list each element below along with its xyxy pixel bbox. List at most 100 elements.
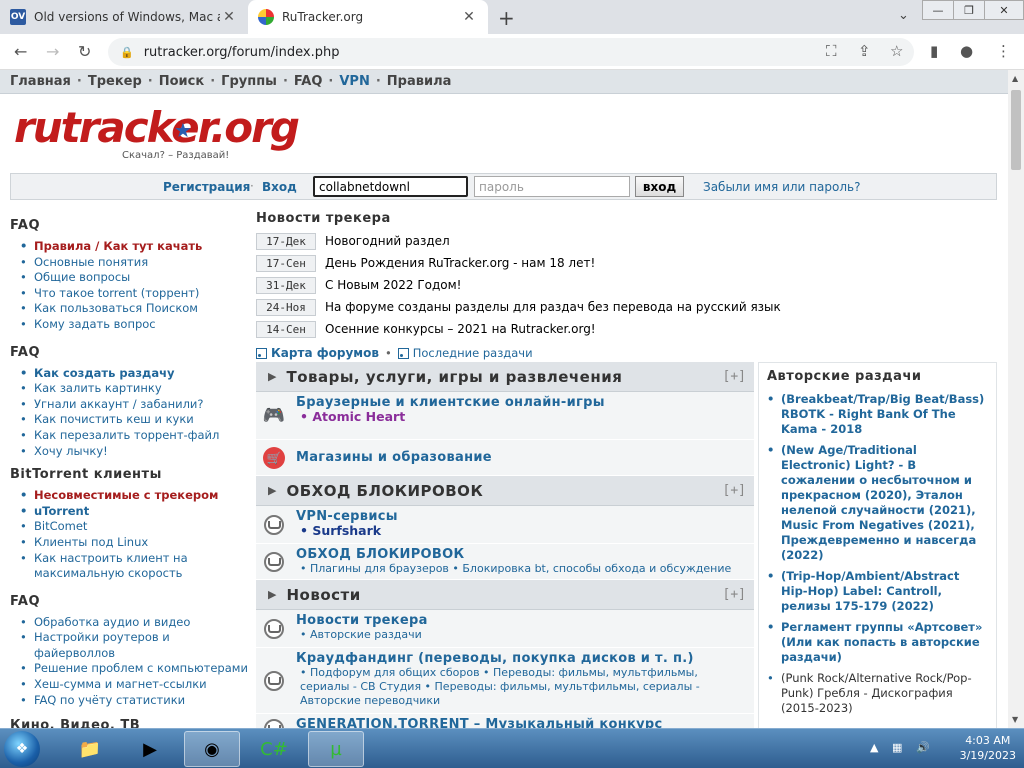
bookmark-star-icon[interactable]: ☆ xyxy=(890,42,903,60)
sidebar-item[interactable]: FAQ по учёту статистики xyxy=(20,693,250,709)
tab-close-icon[interactable]: ✕ xyxy=(460,9,478,25)
menu-kebab-icon[interactable]: ⋮ xyxy=(996,42,1011,60)
restore-icon[interactable]: ❐ xyxy=(953,0,985,20)
forum-title[interactable]: Браузерные и клиентские онлайн-игры xyxy=(296,395,750,410)
forum-map-link[interactable]: Карта форумов xyxy=(271,346,379,360)
tray-expand-icon[interactable]: ▲ xyxy=(870,741,878,754)
news-link[interactable]: Новогодний раздел xyxy=(325,234,450,248)
new-tab-icon[interactable]: + xyxy=(498,6,515,30)
forum-title[interactable]: GENERATION.TORRENT – Музыкальный конкурс xyxy=(296,717,750,728)
username-input[interactable]: collabnetdownl xyxy=(313,176,468,197)
category-header[interactable]: ▶ ОБХОД БЛОКИРОВОК [+] xyxy=(256,476,754,506)
subforum-links[interactable]: • Подфорум для общих сборов • Переводы: … xyxy=(300,666,750,708)
system-clock[interactable]: 4:03 AM 3/19/2023 xyxy=(960,733,1016,763)
subforum-links[interactable]: • Плагины для браузеров • Блокировка bt,… xyxy=(300,562,750,576)
category-title[interactable]: Новости xyxy=(286,586,360,604)
sidebar-item[interactable]: Что такое torrent (торрент) xyxy=(20,286,250,302)
sidebar-item[interactable]: Общие вопросы xyxy=(20,270,250,286)
nav-rules[interactable]: Правила xyxy=(387,74,452,89)
forum-title[interactable]: VPN-сервисы xyxy=(296,509,750,524)
forum-title[interactable]: Краудфандинг (переводы, покупка дисков и… xyxy=(296,651,750,666)
nav-search[interactable]: Поиск xyxy=(159,74,204,89)
lock-icon[interactable]: 🔒 xyxy=(120,46,134,59)
sidebar-item[interactable]: Как создать раздачу xyxy=(20,366,250,382)
scroll-up-icon[interactable]: ▲ xyxy=(1012,74,1018,83)
expand-toggle[interactable]: [+] xyxy=(723,483,746,498)
minimize-icon[interactable]: — xyxy=(922,0,954,20)
explorer-taskbar-icon[interactable]: 📁 xyxy=(62,731,118,767)
subforum-link[interactable]: • Авторские раздачи xyxy=(300,628,750,642)
release-link[interactable]: (Punk Rock/Alternative Rock/Pop-Punk) Гр… xyxy=(767,671,988,716)
sidebar-item[interactable]: Обработка аудио и видео xyxy=(20,615,250,631)
release-link[interactable]: (Trip-Hop/Ambient/Abstract Hip-Hop) Labe… xyxy=(767,569,988,614)
forum-title[interactable]: Новости трекера xyxy=(296,613,750,628)
nav-tracker[interactable]: Трекер xyxy=(88,74,142,89)
nav-home[interactable]: Главная xyxy=(10,74,71,89)
news-link[interactable]: День Рождения RuTracker.org - нам 18 лет… xyxy=(325,256,595,270)
forgot-password-link[interactable]: Забыли имя или пароль? xyxy=(703,180,860,194)
release-link[interactable]: (New Age/Traditional Electronic) Light? … xyxy=(767,443,988,563)
sidebar-item[interactable]: Несовместимые с трекером xyxy=(20,488,250,504)
nav-faq[interactable]: FAQ xyxy=(294,74,323,89)
utorrent-taskbar-icon[interactable]: µ xyxy=(308,731,364,767)
sidebar-item[interactable]: Настройки роутеров и файерволлов xyxy=(20,630,250,661)
sidebar-item[interactable]: Хочу лычку! xyxy=(20,444,250,460)
register-link[interactable]: Регистрация xyxy=(163,180,250,194)
tab-rutracker[interactable]: RuTracker.org ✕ xyxy=(248,0,488,34)
share-icon[interactable]: ⇪ xyxy=(858,42,871,60)
sidebar-item[interactable]: Как перезалить торрент-файл xyxy=(20,428,250,444)
media-player-taskbar-icon[interactable]: ▶ xyxy=(122,731,178,767)
csharp-taskbar-icon[interactable]: C# xyxy=(246,731,302,767)
omnibox[interactable]: 🔒 rutracker.org/forum/index.php xyxy=(108,38,914,66)
start-button-icon[interactable]: ❖ xyxy=(4,731,40,767)
password-input[interactable]: пароль xyxy=(474,176,630,197)
forum-title[interactable]: ОБХОД БЛОКИРОВОК xyxy=(296,547,750,562)
tab-search-chevron-icon[interactable]: ⌄ xyxy=(898,8,909,23)
forward-icon[interactable]: → xyxy=(46,42,59,61)
category-header[interactable]: ▶ Товары, услуги, игры и развлечения [+] xyxy=(256,362,754,392)
tab-old-versions[interactable]: OV Old versions of Windows, Mac an ✕ xyxy=(0,0,248,34)
news-link[interactable]: На форуме созданы разделы для раздач без… xyxy=(325,300,781,314)
sidebar-item[interactable]: Угнали аккаунт / забанили? xyxy=(20,397,250,413)
login-button[interactable]: вход xyxy=(635,176,684,197)
subforum-link[interactable]: • Surfshark xyxy=(300,524,750,538)
page-scrollbar[interactable]: ▲ ▼ xyxy=(1008,70,1024,728)
network-icon[interactable]: ▦ xyxy=(892,741,902,754)
side-panel-icon[interactable]: ▮ xyxy=(930,42,938,60)
scroll-down-icon[interactable]: ▼ xyxy=(1012,715,1018,724)
news-link[interactable]: С Новым 2022 Годом! xyxy=(325,278,462,292)
category-title[interactable]: Товары, услуги, игры и развлечения xyxy=(286,368,622,386)
nav-vpn[interactable]: VPN xyxy=(339,74,369,89)
sidebar-item[interactable]: Решение проблем с компьютерами xyxy=(20,661,250,677)
sidebar-item[interactable]: BitComet xyxy=(20,519,250,535)
scrollbar-thumb[interactable] xyxy=(1011,90,1021,170)
sidebar-item[interactable]: uTorrent xyxy=(20,504,250,520)
close-window-icon[interactable]: ✕ xyxy=(984,0,1024,20)
release-link[interactable]: (Breakbeat/Trap/Big Beat/Bass) RBOTK - R… xyxy=(767,392,988,437)
category-header[interactable]: ▶ Новости [+] xyxy=(256,580,754,610)
sidebar-item[interactable]: Как пользоваться Поиском xyxy=(20,301,250,317)
reload-icon[interactable]: ↻ xyxy=(78,42,91,61)
forum-title[interactable]: Магазины и образование xyxy=(296,450,750,465)
sidebar-item[interactable]: Как настроить клиент на максимальную ско… xyxy=(20,551,250,582)
category-title[interactable]: ОБХОД БЛОКИРОВОК xyxy=(286,482,483,500)
volume-icon[interactable]: 🔊 xyxy=(916,741,930,754)
site-logo[interactable]: rutracker.org ★ Скачал? – Раздавай! xyxy=(14,106,300,162)
sidebar-item[interactable]: Кому задать вопрос xyxy=(20,317,250,333)
chrome-taskbar-icon[interactable]: ◉ xyxy=(184,731,240,767)
expand-toggle[interactable]: [+] xyxy=(723,587,746,602)
sidebar-item[interactable]: Клиенты под Linux xyxy=(20,535,250,551)
back-icon[interactable]: ← xyxy=(14,42,27,61)
expand-toggle[interactable]: [+] xyxy=(723,369,746,384)
login-link[interactable]: Вход xyxy=(262,180,297,194)
sidebar-item[interactable]: Как почистить кеш и куки xyxy=(20,412,250,428)
collapse-arrow-icon[interactable]: ▶ xyxy=(268,484,276,497)
subforum-link[interactable]: • Atomic Heart xyxy=(300,410,750,424)
sidebar-item[interactable]: Как залить картинку xyxy=(20,381,250,397)
tab-close-icon[interactable]: ✕ xyxy=(220,9,238,25)
recent-releases-link[interactable]: Последние раздачи xyxy=(413,346,533,360)
release-link[interactable]: Регламент группы «Артсовет» (Или как поп… xyxy=(767,620,988,665)
collapse-arrow-icon[interactable]: ▶ xyxy=(268,370,276,383)
profile-avatar-icon[interactable]: ● xyxy=(960,42,973,60)
translate-icon[interactable]: ⛶ xyxy=(826,42,837,60)
